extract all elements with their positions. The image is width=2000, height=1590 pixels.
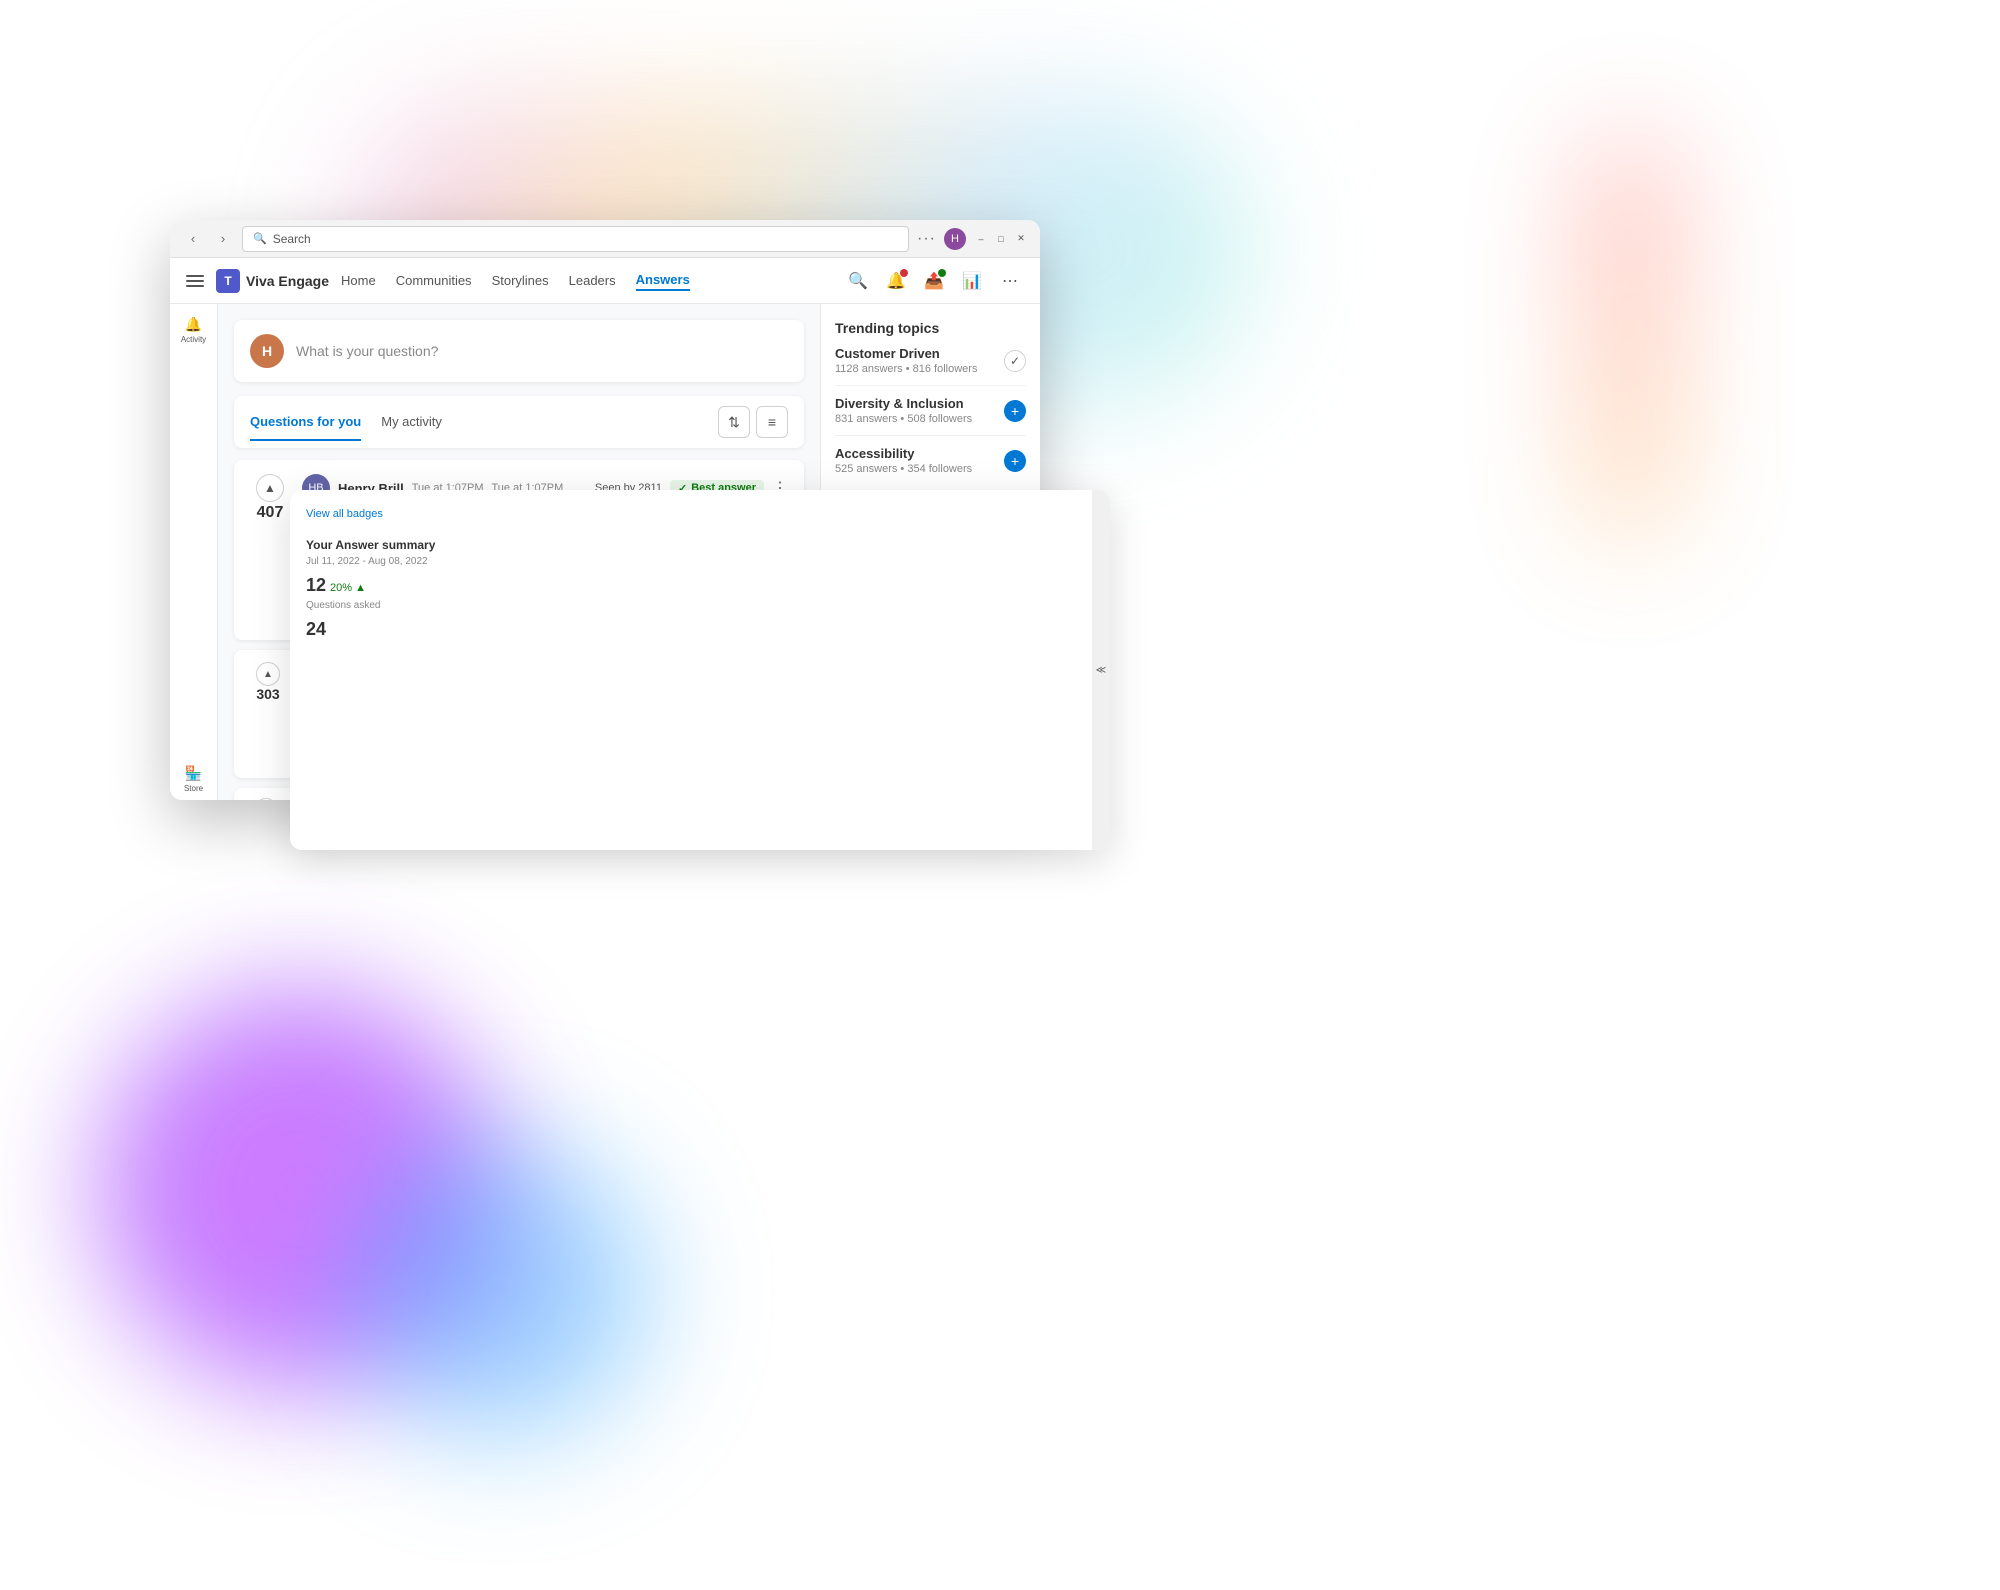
app-logo: T Viva Engage xyxy=(216,269,329,293)
avatar-initials: H xyxy=(250,334,284,368)
view-all-badges-link[interactable]: View all badges xyxy=(306,508,383,520)
vote-section-1: ▲ 407 xyxy=(250,474,290,522)
upvote-button-1[interactable]: ▲ xyxy=(256,474,284,502)
ask-question-placeholder[interactable]: What is your question? xyxy=(296,343,438,359)
topic-header-3: Accessibility 525 answers • 354 follower… xyxy=(835,446,1026,475)
analytics-button[interactable]: 📊 xyxy=(958,267,986,295)
hamburger-menu-button[interactable] xyxy=(186,275,204,287)
browser-more-options[interactable]: ··· xyxy=(917,230,936,248)
questions-tabs: Questions for you My activity ⇅ ≡ xyxy=(234,396,804,448)
collapse-panel-button[interactable]: ≪ xyxy=(1092,490,1110,850)
topic-name-area-2: Diversity & Inclusion 831 answers • 508 … xyxy=(835,396,972,425)
store-label: Store xyxy=(184,784,203,793)
topic-stats-2: 831 answers • 508 followers xyxy=(835,413,972,425)
topic-name-1[interactable]: Customer Driven xyxy=(835,346,977,361)
nav-links: Home Communities Storylines Leaders Answ… xyxy=(341,270,832,291)
upvote-button-3[interactable]: ▲ xyxy=(255,798,277,800)
topic-name-area-3: Accessibility 525 answers • 354 follower… xyxy=(835,446,972,475)
app-navbar: T Viva Engage Home Communities Storyline… xyxy=(170,258,1040,304)
vote-section-3: ▲ xyxy=(250,798,282,800)
hamburger-line-3 xyxy=(186,285,204,287)
topic-header-2: Diversity & Inclusion 831 answers • 508 … xyxy=(835,396,1026,425)
second-stat-num: 24 xyxy=(306,619,326,640)
topic-item-2: Diversity & Inclusion 831 answers • 508 … xyxy=(835,396,1026,436)
topic-stats-1: 1128 answers • 816 followers xyxy=(835,363,977,375)
search-button[interactable]: 🔍 xyxy=(844,267,872,295)
topic-follow-btn-2[interactable]: + xyxy=(1004,400,1026,422)
second-stat: 24 xyxy=(306,619,1076,640)
topic-name-area-1: Customer Driven 1128 answers • 816 follo… xyxy=(835,346,977,375)
browser-search-text: Search xyxy=(273,232,311,246)
minimize-button[interactable]: – xyxy=(974,232,988,246)
questions-asked-label: Questions asked xyxy=(306,600,1076,611)
questions-asked-pct: 20% ▲ xyxy=(330,582,366,594)
sidebar-activity-button[interactable]: 🔔 Activity xyxy=(178,314,210,346)
close-button[interactable]: ✕ xyxy=(1014,232,1028,246)
notifications-button[interactable]: 🔔 xyxy=(882,267,910,295)
hamburger-line-2 xyxy=(186,280,204,282)
hamburger-line-1 xyxy=(186,275,204,277)
more-options-button[interactable]: ⋯ xyxy=(996,267,1024,295)
left-sidebar: 🔔 Activity 🏪 Store xyxy=(170,304,218,800)
topic-header-1: Customer Driven 1128 answers • 816 follo… xyxy=(835,346,1026,375)
browser-window-secondary: View all badges Your Answer summary Jul … xyxy=(290,490,1110,850)
search-icon: 🔍 xyxy=(253,232,267,245)
browser-user-avatar[interactable]: H xyxy=(944,228,966,250)
share-button[interactable]: 📤 xyxy=(920,267,948,295)
upvote-button-2[interactable]: ▲ xyxy=(256,662,280,686)
topic-follow-btn-1[interactable]: ✓ xyxy=(1004,350,1026,372)
nav-forward-button[interactable]: › xyxy=(212,228,234,250)
answer-summary-title: Your Answer summary xyxy=(306,538,1076,552)
tab-questions-for-you[interactable]: Questions for you xyxy=(250,414,361,441)
topic-item-3: Accessibility 525 answers • 354 follower… xyxy=(835,446,1026,485)
browser-chrome: ‹ › 🔍 Search ··· H – □ ✕ xyxy=(170,220,1040,258)
sidebar-store-button[interactable]: 🏪 Store xyxy=(178,768,210,800)
nav-back-button[interactable]: ‹ xyxy=(182,228,204,250)
nav-home[interactable]: Home xyxy=(341,271,376,290)
nav-leaders[interactable]: Leaders xyxy=(569,271,616,290)
badges-panel: View all badges Your Answer summary Jul … xyxy=(290,490,1092,850)
topic-item-1: Customer Driven 1128 answers • 816 follo… xyxy=(835,346,1026,386)
bg-decoration-bottom-right xyxy=(350,1140,650,1440)
notification-badge xyxy=(900,269,908,277)
share-badge xyxy=(938,269,946,277)
browser-address-bar[interactable]: 🔍 Search xyxy=(242,226,909,252)
nav-storylines[interactable]: Storylines xyxy=(492,271,549,290)
activity-label: Activity xyxy=(181,335,206,344)
nav-communities[interactable]: Communities xyxy=(396,271,472,290)
topic-name-3[interactable]: Accessibility xyxy=(835,446,972,461)
sort-button[interactable]: ⇅ xyxy=(718,406,750,438)
app-name: Viva Engage xyxy=(246,273,329,289)
topic-name-2[interactable]: Diversity & Inclusion xyxy=(835,396,972,411)
store-icon: 🏪 xyxy=(185,765,202,782)
window-controls: – □ ✕ xyxy=(974,232,1028,246)
app-top-icons: 🔍 🔔 📤 📊 ⋯ xyxy=(844,267,1024,295)
activity-icon: 🔔 xyxy=(185,316,202,333)
topic-follow-btn-3[interactable]: + xyxy=(1004,450,1026,472)
bg-decoration-bottom-left xyxy=(100,990,500,1390)
bg-decoration-top-right xyxy=(1590,140,1670,540)
tab-my-activity[interactable]: My activity xyxy=(381,414,442,441)
nav-answers[interactable]: Answers xyxy=(636,270,690,291)
trending-section: Trending topics Customer Driven 1128 ans… xyxy=(835,320,1026,485)
answer-summary-date: Jul 11, 2022 - Aug 08, 2022 xyxy=(306,556,1076,567)
questions-asked-num: 12 xyxy=(306,575,326,596)
teams-icon: T xyxy=(216,269,240,293)
ask-question-box[interactable]: H What is your question? xyxy=(234,320,804,382)
vote-section-2: ▲ 303 xyxy=(250,662,286,702)
vote-count-1: 407 xyxy=(257,504,284,522)
questions-asked-stat: 12 20% ▲ xyxy=(306,575,1076,596)
topic-stats-3: 525 answers • 354 followers xyxy=(835,463,972,475)
answer-summary-section: Your Answer summary Jul 11, 2022 - Aug 0… xyxy=(306,538,1076,640)
maximize-button[interactable]: □ xyxy=(994,232,1008,246)
filter-button[interactable]: ≡ xyxy=(756,406,788,438)
vote-count-2: 303 xyxy=(256,686,279,702)
secondary-window-content: View all badges Your Answer summary Jul … xyxy=(290,490,1110,850)
trending-title: Trending topics xyxy=(835,320,1026,336)
current-user-avatar: H xyxy=(250,334,284,368)
